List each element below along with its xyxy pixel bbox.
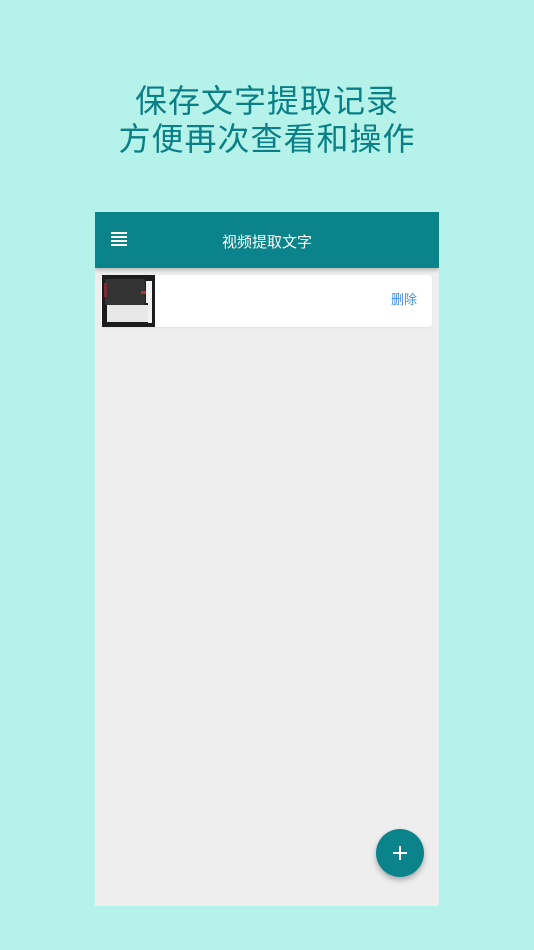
menu-button[interactable] (109, 230, 131, 250)
video-thumbnail[interactable] (102, 275, 155, 327)
promo-headline: 保存文字提取记录 方便再次查看和操作 (0, 82, 534, 158)
app-bar: 视频提取文字 (95, 212, 439, 268)
app-screen: 视频提取文字 删除 (95, 212, 439, 906)
delete-button[interactable]: 删除 (391, 275, 417, 327)
app-title: 视频提取文字 (221, 233, 312, 251)
promo-line-2: 方便再次查看和操作 (118, 120, 416, 158)
record-item[interactable]: 删除 (101, 275, 432, 327)
plus-icon (393, 846, 407, 860)
menu-icon (111, 232, 127, 246)
promo-line-1: 保存文字提取记录 (134, 82, 399, 120)
add-button[interactable] (376, 829, 424, 877)
